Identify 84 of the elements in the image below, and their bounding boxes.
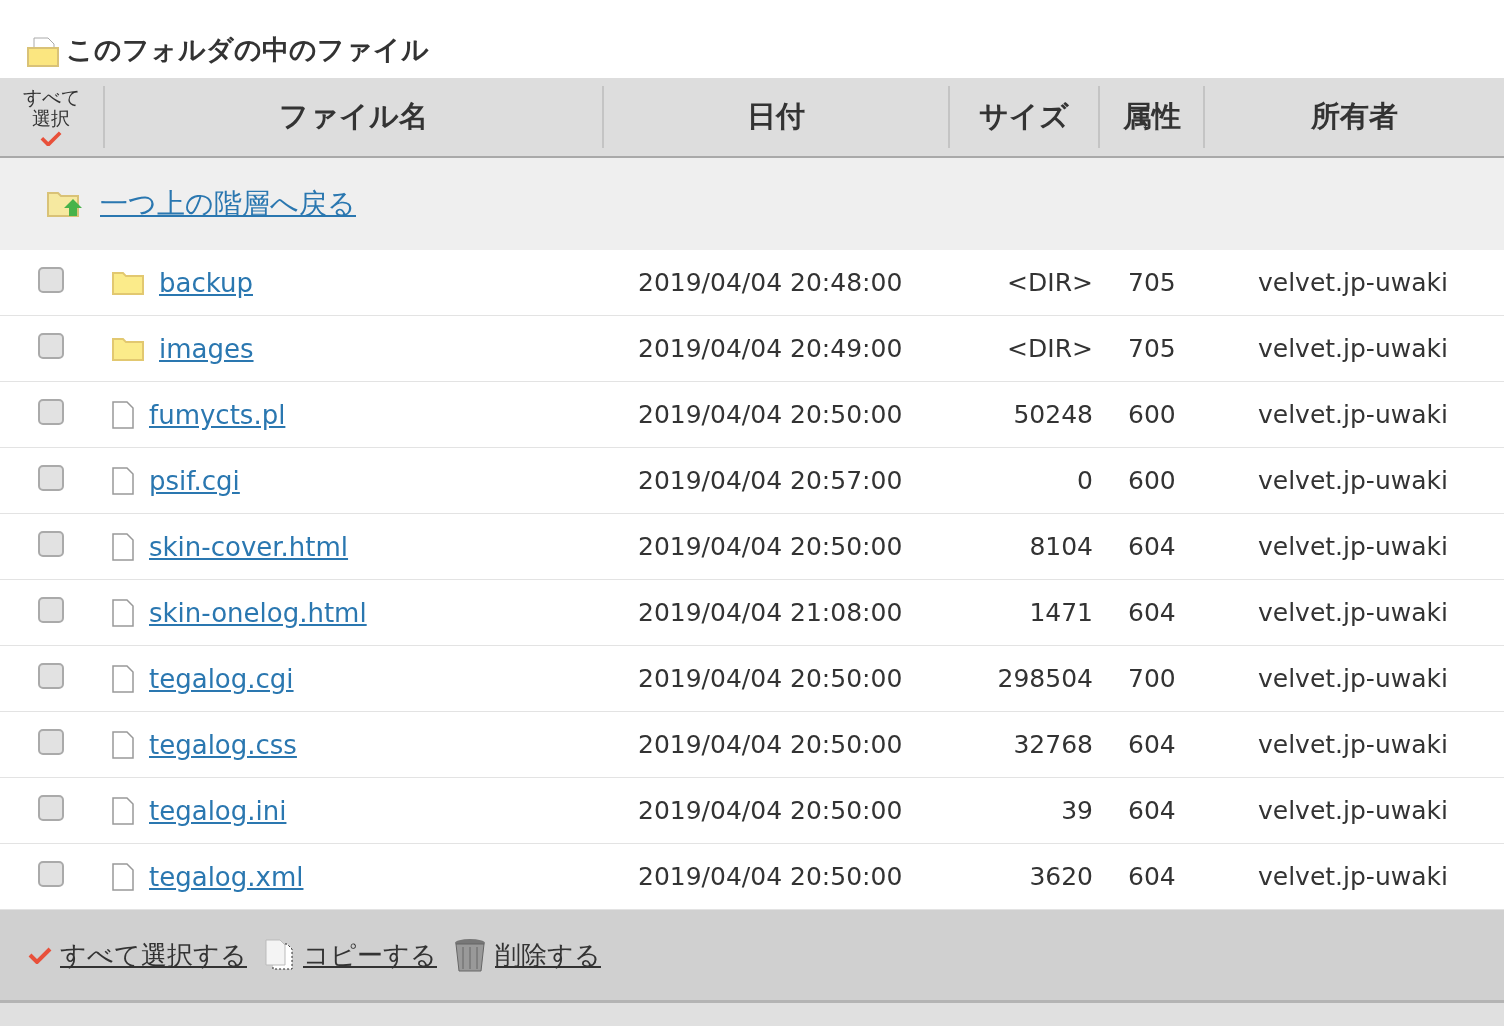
- file-link[interactable]: fumycts.pl: [149, 399, 286, 430]
- owner-cell-text: velvet.jp-uwaki: [1257, 862, 1449, 891]
- row-checkbox[interactable]: [38, 464, 64, 491]
- action-link[interactable]: コピーする: [303, 937, 437, 973]
- file-icon: [111, 862, 135, 891]
- file-icon: [111, 532, 135, 561]
- size-cell-text: 298504: [996, 664, 1094, 693]
- date-cell-text: 2019/04/04 20:50:00: [637, 532, 904, 561]
- folder-document-icon: [26, 36, 60, 68]
- size-cell-text: 0: [1076, 466, 1094, 495]
- column-header: 属性: [1122, 98, 1181, 135]
- owner-cell-text: velvet.jp-uwaki: [1257, 466, 1449, 495]
- file-icon: [111, 598, 135, 627]
- attribute-cell-text: 604: [1127, 796, 1177, 825]
- size-cell-text: 39: [1060, 796, 1094, 825]
- attribute-cell-text: 705: [1127, 268, 1177, 297]
- attribute-cell-text: 604: [1127, 862, 1177, 891]
- owner-cell-text: velvet.jp-uwaki: [1257, 796, 1449, 825]
- column-header: 日付: [747, 98, 805, 135]
- attribute-cell-text: 604: [1127, 532, 1177, 561]
- file-link[interactable]: tegalog.css: [149, 729, 297, 760]
- owner-cell-text: velvet.jp-uwaki: [1257, 664, 1449, 693]
- date-cell-text: 2019/04/04 21:08:00: [637, 598, 904, 627]
- row-checkbox[interactable]: [38, 794, 64, 821]
- row-checkbox[interactable]: [38, 530, 64, 557]
- row-checkbox[interactable]: [38, 398, 64, 425]
- file-icon: [111, 730, 135, 759]
- column-header: ファイル名: [279, 98, 428, 135]
- date-cell-text: 2019/04/04 20:48:00: [637, 268, 904, 297]
- file-icon: [111, 664, 135, 693]
- file-icon: [111, 400, 135, 429]
- row-checkbox[interactable]: [38, 266, 64, 293]
- copy-icon: [263, 938, 295, 972]
- file-link[interactable]: skin-cover.html: [149, 531, 349, 562]
- checkmark-icon: [40, 129, 63, 147]
- file-link[interactable]: psif.cgi: [149, 465, 240, 496]
- size-cell-text: 32768: [1012, 730, 1094, 759]
- file-link[interactable]: images: [159, 333, 254, 364]
- select-all-button[interactable]: すべて選択: [21, 87, 82, 147]
- trash-icon: [453, 937, 487, 973]
- size-cell-text: 8104: [1028, 532, 1094, 561]
- date-cell-text: 2019/04/04 20:50:00: [637, 664, 904, 693]
- owner-cell-text: velvet.jp-uwaki: [1257, 730, 1449, 759]
- action-link[interactable]: すべて選択する: [60, 937, 247, 973]
- row-checkbox[interactable]: [38, 332, 64, 359]
- file-link[interactable]: tegalog.cgi: [149, 663, 294, 694]
- owner-cell-text: velvet.jp-uwaki: [1257, 598, 1449, 627]
- date-cell-text: 2019/04/04 20:49:00: [637, 334, 904, 363]
- file-icon: [111, 466, 135, 495]
- attribute-cell-text: 604: [1127, 730, 1177, 759]
- row-checkbox[interactable]: [38, 728, 64, 755]
- size-cell-text: 3620: [1028, 862, 1094, 891]
- size-cell-text: 50248: [1012, 400, 1094, 429]
- action-link[interactable]: 削除する: [495, 937, 601, 973]
- date-cell-text: 2019/04/04 20:57:00: [637, 466, 904, 495]
- checkmark-icon: [28, 946, 52, 964]
- date-cell-text: 2019/04/04 20:50:00: [637, 730, 904, 759]
- size-cell-text: <DIR>: [1006, 268, 1094, 297]
- attribute-cell-text: 700: [1127, 664, 1177, 693]
- date-cell-text: 2019/04/04 20:50:00: [637, 862, 904, 891]
- owner-cell-text: velvet.jp-uwaki: [1257, 334, 1449, 363]
- row-checkbox[interactable]: [38, 662, 64, 689]
- section-title: このフォルダの中のファイル: [66, 33, 429, 67]
- owner-cell-text: velvet.jp-uwaki: [1257, 532, 1449, 561]
- date-cell-text: 2019/04/04 20:50:00: [637, 796, 904, 825]
- size-cell-text: 1471: [1028, 598, 1094, 627]
- row-checkbox[interactable]: [38, 596, 64, 623]
- file-link[interactable]: tegalog.xml: [149, 861, 304, 892]
- column-header: サイズ: [979, 98, 1069, 135]
- size-cell-text: <DIR>: [1006, 334, 1094, 363]
- file-link[interactable]: skin-onelog.html: [149, 597, 367, 628]
- row-checkbox[interactable]: [38, 860, 64, 887]
- owner-cell-text: velvet.jp-uwaki: [1257, 268, 1449, 297]
- attribute-cell-text: 600: [1127, 400, 1177, 429]
- file-icon: [111, 796, 135, 825]
- parent-folder-link[interactable]: 一つ上の階層へ戻る: [100, 185, 356, 223]
- file-link[interactable]: tegalog.ini: [149, 795, 287, 826]
- attribute-cell-text: 604: [1127, 598, 1177, 627]
- date-cell-text: 2019/04/04 20:50:00: [637, 400, 904, 429]
- attribute-cell-text: 705: [1127, 334, 1177, 363]
- owner-cell-text: velvet.jp-uwaki: [1257, 400, 1449, 429]
- file-link[interactable]: backup: [159, 267, 253, 298]
- attribute-cell-text: 600: [1127, 466, 1177, 495]
- column-header: 所有者: [1311, 98, 1398, 135]
